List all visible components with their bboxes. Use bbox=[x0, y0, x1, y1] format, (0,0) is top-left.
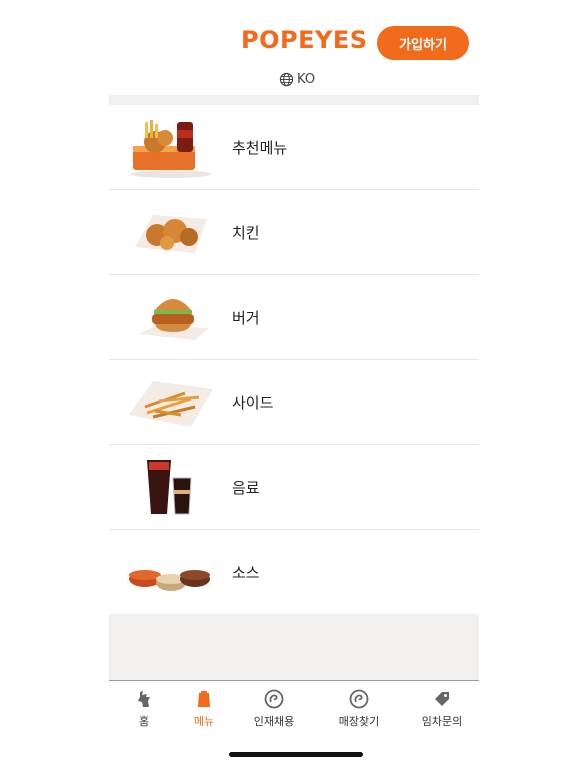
language-selector[interactable]: KO bbox=[279, 72, 315, 87]
nav-item-lease-inquiry[interactable]: 임차문의 bbox=[407, 689, 477, 729]
menu-item-label: 소스 bbox=[232, 563, 260, 582]
menu-item-label: 버거 bbox=[232, 308, 260, 327]
nav-item-menu[interactable]: 메뉴 bbox=[169, 689, 239, 729]
menu-category-list: 추천메뉴 치킨 버거 사이드 음료 소스 bbox=[109, 105, 479, 614]
nav-label: 메뉴 bbox=[193, 715, 215, 728]
nav-label: 인재채용 bbox=[253, 715, 295, 728]
join-button[interactable]: 가입하기 bbox=[377, 26, 469, 60]
drinks-image bbox=[147, 460, 192, 515]
careers-icon bbox=[264, 689, 284, 709]
menu-item-label: 사이드 bbox=[232, 393, 274, 412]
menu-item-sauces[interactable]: 소스 bbox=[109, 530, 479, 614]
menu-item-burger[interactable]: 버거 bbox=[109, 275, 479, 360]
nav-item-store-locator[interactable]: 매장찾기 bbox=[324, 689, 394, 729]
menu-item-drinks[interactable]: 음료 bbox=[109, 445, 479, 530]
chicken-image bbox=[135, 215, 207, 253]
chicken-logo-icon bbox=[138, 691, 150, 707]
list-footer-area bbox=[109, 614, 479, 680]
menu-item-label: 치킨 bbox=[232, 223, 260, 242]
combo-meal-image bbox=[131, 120, 211, 178]
globe-icon bbox=[279, 72, 294, 87]
home-indicator[interactable] bbox=[229, 752, 363, 757]
menu-item-sides[interactable]: 사이드 bbox=[109, 360, 479, 445]
popeyes-logo[interactable]: POPEYES bbox=[241, 26, 368, 54]
menu-item-recommended[interactable]: 추천메뉴 bbox=[109, 105, 479, 190]
nav-item-careers[interactable]: 인재채용 bbox=[239, 689, 309, 729]
burger-image bbox=[139, 299, 209, 340]
menu-item-chicken[interactable]: 치킨 bbox=[109, 190, 479, 275]
bottom-nav: 홈 메뉴 인재채용 매장찾기 임차문의 bbox=[109, 680, 479, 741]
menu-bag-icon bbox=[198, 691, 210, 707]
header: POPEYES 가입하기 KO bbox=[0, 0, 576, 95]
nav-label: 임차문의 bbox=[421, 715, 463, 728]
sauces-image bbox=[129, 570, 210, 591]
store-locator-icon bbox=[349, 689, 369, 709]
top-divider-strip bbox=[109, 95, 479, 105]
menu-item-label: 추천메뉴 bbox=[232, 138, 288, 157]
menu-item-label: 음료 bbox=[232, 478, 260, 497]
tag-icon bbox=[435, 692, 449, 706]
fries-image bbox=[129, 381, 213, 427]
nav-label: 매장찾기 bbox=[338, 715, 380, 728]
language-code: KO bbox=[297, 72, 316, 87]
